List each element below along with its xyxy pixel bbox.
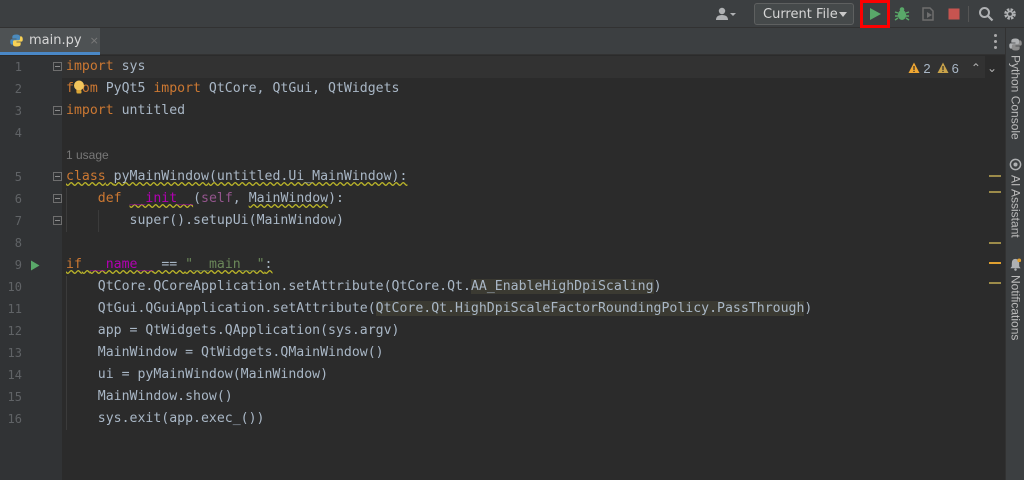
run-button[interactable] (860, 0, 890, 28)
editor-tab-bar: main.py × (0, 28, 1005, 55)
line-number: 8 (14, 236, 22, 250)
code-line-5: class pyMainWindow(untitled.Ui_MainWindo… (66, 169, 408, 184)
right-tool-strip: Python Console AI Assistant Notification… (1005, 28, 1024, 480)
line-number: 6 (14, 192, 22, 206)
usage-hint[interactable]: 1 usage (66, 148, 109, 162)
code-line-7: super().setupUi(MainWindow) (129, 213, 344, 228)
line-number: 4 (14, 126, 22, 140)
python-file-icon (10, 33, 23, 47)
line-number: 13 (7, 346, 22, 360)
stop-button[interactable] (944, 3, 964, 25)
search-button[interactable] (976, 3, 996, 25)
search-icon (979, 7, 994, 22)
inspections-widget[interactable]: 2 6 ⌃ ⌄ (908, 59, 997, 77)
tab-label: main.py (29, 32, 82, 48)
chevron-down-icon (839, 12, 847, 17)
code-line-15: MainWindow.show() (97, 389, 233, 404)
line-number: 9 (14, 258, 22, 272)
run-icon (870, 8, 881, 20)
warning-icon (908, 62, 920, 73)
line-number: 7 (14, 214, 22, 228)
fold-icon[interactable] (53, 194, 62, 203)
run-configuration-select[interactable]: Current File (754, 3, 854, 25)
coverage-icon (922, 7, 934, 21)
line-number: 1 (14, 60, 22, 74)
ai-assistant-icon (1009, 158, 1022, 171)
vertical-scrollbar[interactable] (992, 82, 999, 478)
tool-python-console[interactable]: Python Console (1006, 38, 1024, 140)
more-tabs-icon[interactable] (991, 32, 999, 50)
editor-gutter: 1 2 3 4 5 6 7 8 9 10 11 12 13 14 15 16 (0, 56, 62, 480)
debug-button[interactable] (892, 3, 912, 25)
fold-icon[interactable] (53, 172, 62, 181)
line-number: 11 (7, 302, 22, 316)
run-gutter-icon[interactable] (30, 260, 40, 271)
error-stripe-mark[interactable] (989, 242, 1001, 244)
error-stripe-mark[interactable] (989, 191, 1001, 193)
tab-main-py[interactable]: main.py × (0, 28, 100, 55)
tool-label: Python Console (1008, 55, 1023, 140)
code-line-14: ui = pyMainWindow(MainWindow) (97, 367, 329, 382)
weak-warnings-count[interactable]: 6 (937, 61, 959, 76)
settings-icon (1004, 8, 1016, 20)
line-number: 15 (7, 390, 22, 404)
stop-icon (948, 8, 960, 20)
line-number: 12 (7, 324, 22, 338)
weak-warning-icon (937, 62, 949, 73)
line-number: 3 (14, 104, 22, 118)
code-area[interactable]: import sys from PyQt5 import QtCore, QtG… (62, 56, 985, 480)
code-line-3: import untitled (66, 103, 186, 118)
error-stripe-mark[interactable] (989, 175, 1001, 177)
code-line-2: from PyQt5 import QtCore, QtGui, QtWidge… (66, 81, 400, 96)
code-line-11: QtGui.QGuiApplication.setAttribute(QtCor… (97, 301, 813, 316)
tool-label: Notifications (1008, 275, 1023, 341)
profile-icon (716, 7, 736, 20)
line-number: 2 (14, 82, 22, 96)
fold-end-icon[interactable] (53, 106, 62, 115)
fold-end-icon[interactable] (53, 216, 62, 225)
code-line-12: app = QtWidgets.QApplication(sys.argv) (97, 323, 400, 338)
line-number: 14 (7, 368, 22, 382)
code-line-9: if __name__ == "__main__": (66, 257, 273, 272)
main-toolbar: Current File (0, 0, 1024, 28)
lightbulb-icon[interactable] (71, 79, 87, 95)
profile-button[interactable] (710, 3, 742, 25)
error-stripe-mark[interactable] (989, 262, 1001, 264)
line-number: 16 (7, 412, 22, 426)
toolbar-separator (968, 6, 969, 22)
settings-button[interactable] (1000, 3, 1020, 25)
tool-notifications[interactable]: Notifications (1006, 258, 1024, 340)
code-line-16: sys.exit(app.exec_()) (97, 411, 265, 426)
bell-icon (1010, 258, 1022, 271)
close-icon[interactable]: × (90, 34, 99, 47)
python-console-icon (1009, 38, 1022, 51)
code-line-13: MainWindow = QtWidgets.QMainWindow() (97, 345, 384, 360)
chevron-up-icon[interactable]: ⌃ (971, 61, 981, 75)
chevron-down-icon[interactable]: ⌄ (987, 61, 997, 75)
line-number: 5 (14, 170, 22, 184)
code-line-6: def __init__(self, MainWindow): (97, 191, 344, 206)
tool-ai-assistant[interactable]: AI Assistant (1006, 158, 1024, 238)
run-configuration-label: Current File (763, 6, 838, 22)
line-number: 10 (7, 280, 22, 294)
coverage-button[interactable] (918, 3, 938, 25)
code-line-1: import sys (62, 56, 985, 78)
debug-icon (894, 7, 910, 21)
code-editor[interactable]: 1 2 3 4 5 6 7 8 9 10 11 12 13 14 15 16 i… (0, 56, 1005, 480)
error-stripe-mark[interactable] (989, 282, 1001, 284)
warnings-count[interactable]: 2 (908, 61, 931, 76)
fold-icon[interactable] (53, 62, 62, 71)
tool-label: AI Assistant (1008, 175, 1023, 238)
code-line-10: QtCore.QCoreApplication.setAttribute(QtC… (97, 279, 662, 294)
